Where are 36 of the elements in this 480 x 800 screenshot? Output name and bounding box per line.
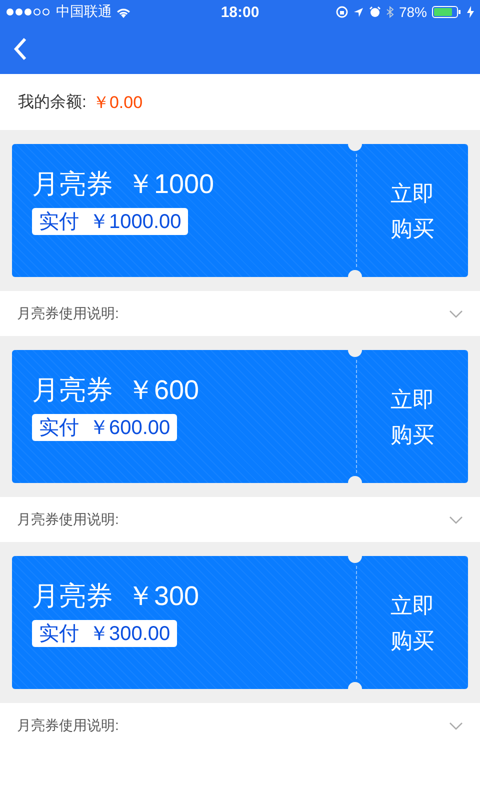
- paid-label: 实付: [39, 210, 79, 235]
- wifi-icon: [116, 6, 131, 18]
- battery-percent: 78%: [398, 4, 427, 20]
- coupon-title: 月亮券: [32, 580, 113, 613]
- buy-now-button[interactable]: 立即购买: [388, 382, 436, 452]
- signal-icon: [6, 8, 52, 16]
- coupon-price: ￥600: [127, 374, 200, 407]
- clock-time: 18:00: [220, 4, 260, 20]
- usage-description-label: 月亮券使用说明:: [17, 510, 119, 528]
- back-chevron-icon: [13, 37, 27, 61]
- buy-now-button[interactable]: 立即购买: [388, 588, 436, 658]
- usage-description-label: 月亮券使用说明:: [17, 716, 119, 734]
- charging-bolt-icon: [467, 6, 474, 18]
- paid-amount: ￥1000.00: [89, 210, 182, 235]
- paid-amount: ￥600.00: [89, 416, 170, 441]
- battery-icon: [432, 6, 462, 18]
- balance-label: 我的余额:: [18, 92, 86, 112]
- usage-description-label: 月亮券使用说明:: [17, 304, 119, 322]
- alarm-clock-icon: [368, 6, 381, 18]
- balance-amount: ￥0.00: [92, 92, 143, 114]
- usage-description-row[interactable]: 月亮券使用说明:: [0, 497, 480, 542]
- location-arrow-icon: [352, 6, 364, 18]
- coupon-price: ￥300: [127, 580, 200, 613]
- usage-description-row[interactable]: 月亮券使用说明:: [0, 703, 480, 748]
- buy-now-button[interactable]: 立即购买: [388, 176, 436, 246]
- back-button[interactable]: [13, 37, 27, 61]
- coupon-price: ￥1000: [127, 168, 214, 201]
- carrier-name: 中国联通: [56, 3, 112, 21]
- coupon-title: 月亮券: [32, 168, 113, 201]
- paid-label: 实付: [39, 416, 79, 441]
- rotation-lock-icon: [336, 6, 348, 18]
- paid-label: 实付: [39, 622, 79, 647]
- bluetooth-icon: [386, 6, 394, 18]
- usage-description-row[interactable]: 月亮券使用说明:: [0, 291, 480, 336]
- paid-amount: ￥300.00: [89, 622, 170, 647]
- coupon-title: 月亮券: [32, 374, 113, 407]
